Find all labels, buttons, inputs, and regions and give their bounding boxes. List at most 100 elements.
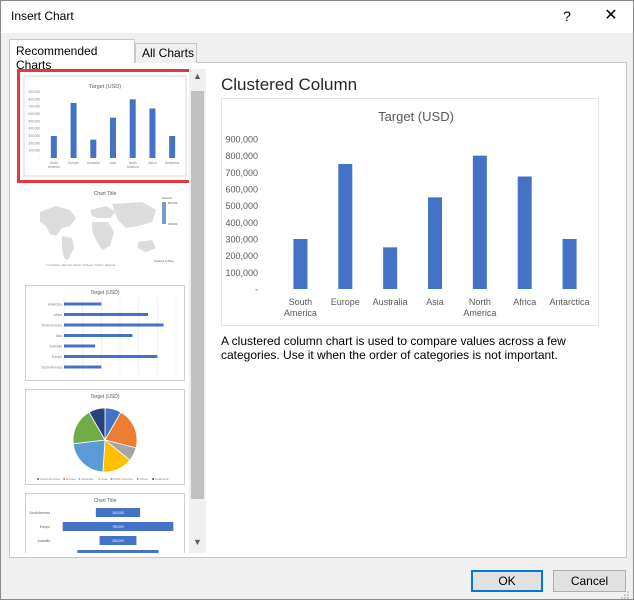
mini-legend-label: Africa — [140, 477, 148, 481]
tab-recommended-charts[interactable]: Recommended Charts — [9, 39, 135, 72]
y-tick-label: 600,000 — [225, 185, 258, 195]
map-australia — [138, 240, 156, 252]
mini-hbar — [64, 313, 148, 316]
mini-funnel-label: South America — [29, 511, 50, 515]
scroll-up-icon[interactable]: ▲ — [189, 71, 206, 85]
mini-x-tick: Europe — [68, 161, 79, 165]
mini-bar — [169, 136, 176, 158]
mini-y-tick: 300,000 — [28, 134, 40, 138]
svg-text:Powered by Bing: Powered by Bing — [154, 259, 174, 263]
mini-bar — [149, 108, 156, 158]
map-europe — [90, 206, 116, 218]
mini-legend-marker — [37, 478, 39, 480]
thumbnail-filled-map[interactable]: Chart Title Series1 800,000 250,000 Powe… — [25, 187, 185, 275]
x-tick-label: Africa — [513, 297, 536, 307]
mini-y-tick: 400,000 — [28, 127, 40, 131]
x-tick-label: Antarctica — [550, 297, 590, 307]
mini-y-tick: - — [39, 156, 40, 160]
map-africa — [92, 222, 114, 250]
mini-y-tick: South America — [41, 366, 62, 370]
ok-button[interactable]: OK — [471, 570, 543, 592]
map-legend-bar — [162, 202, 166, 224]
bar — [517, 176, 532, 289]
svg-text:© GeoNames, Microsoft, Navinfo: © GeoNames, Microsoft, Navinfo, Thinkwar… — [46, 264, 116, 267]
y-tick-label: 400,000 — [225, 218, 258, 228]
x-tick-label: Europe — [331, 297, 360, 307]
mini-x-tick: Australia — [87, 161, 100, 165]
mini-hbar — [64, 365, 102, 369]
mini-funnel-value: 250,000 — [112, 539, 124, 543]
y-tick-label: 100,000 — [225, 268, 258, 278]
mini-funnel-label: Europe — [40, 525, 51, 529]
mini-bar-chart: Target (USD) Antarctica Africa North Ameri… — [41, 290, 177, 374]
mini-funnel-value: 750,000 — [112, 525, 124, 529]
bar — [428, 197, 442, 289]
close-button[interactable]: ✕ — [599, 3, 623, 29]
y-tick-label: 500,000 — [225, 201, 258, 211]
svg-text:Series1: Series1 — [162, 196, 173, 200]
mini-legend-label: South America — [40, 477, 60, 481]
mini-x-tick: America — [127, 165, 139, 169]
mini-hbar — [64, 323, 164, 327]
map-south-america — [62, 236, 74, 260]
mini-bar — [90, 139, 97, 158]
thumbnail-title: Target (USD) — [90, 394, 120, 400]
mini-pie-slice — [72, 439, 106, 473]
y-tick-label: 800,000 — [225, 151, 258, 161]
mini-y-tick: Antarctica — [48, 303, 62, 307]
bar — [338, 164, 353, 289]
mini-pie-chart: Target (USD) South America Europe Australi… — [37, 394, 169, 481]
thumbnail-clustered-column[interactable]: Target (USD) - 100,000 200,000 300,000 400,0… — [17, 69, 189, 183]
y-tick-label: 300,000 — [225, 235, 258, 245]
insert-chart-dialog: Insert Chart ? ✕ Recommended Charts All … — [0, 0, 634, 600]
mini-x-tick: America — [48, 165, 60, 169]
preview-column-chart: Target (USD) - 100,000 200,000 300,000 400,0… — [225, 109, 590, 318]
thumbnail-title: Target (USD) — [90, 290, 120, 296]
mini-y-tick: Europe — [52, 355, 63, 359]
y-tick-label: 900,000 — [225, 135, 258, 145]
scroll-down-icon[interactable]: ▼ — [189, 537, 206, 551]
resize-grip-icon[interactable] — [620, 590, 630, 600]
thumbnail-scrollbar[interactable]: ▲ ▼ — [189, 69, 206, 553]
mini-legend-label: Asia — [101, 477, 107, 481]
mini-y-tick: 900,000 — [28, 90, 40, 94]
cancel-button[interactable]: Cancel — [553, 570, 626, 592]
mini-legend-label: Australia — [81, 477, 93, 481]
mini-map-chart: Chart Title Series1 800,000 250,000 Powe… — [40, 191, 178, 267]
thumbnail-clustered-bar[interactable]: Target (USD) Antarctica Africa North Ameri… — [25, 285, 185, 381]
mini-y-tick: Asia — [56, 334, 62, 338]
thumbnail-pie[interactable]: Target (USD) South America Europe Australi… — [25, 389, 185, 485]
thumbnail-funnel[interactable]: Chart Title 300,000 South America 750,000 E… — [25, 493, 185, 553]
chart-title: Target (USD) — [378, 109, 454, 124]
mini-legend-label: Europe — [66, 477, 76, 481]
title-bar: Insert Chart ? ✕ — [1, 1, 633, 33]
mini-bar — [110, 117, 116, 158]
bar — [383, 247, 398, 289]
mini-legend-marker — [152, 478, 155, 480]
mini-column-chart: Target (USD) - 100,000 200,000 300,000 400,0… — [23, 75, 187, 177]
bar — [472, 155, 487, 289]
y-tick-label: 200,000 — [225, 251, 258, 261]
mini-x-tick: Africa — [148, 161, 156, 165]
scroll-thumb[interactable] — [191, 91, 204, 499]
mini-legend-marker — [98, 478, 101, 480]
mini-bar — [129, 99, 136, 158]
tab-all-charts[interactable]: All Charts — [135, 43, 197, 63]
mini-y-tick: Australia — [50, 345, 63, 349]
mini-y-tick: 700,000 — [28, 105, 40, 109]
thumbnail-title: Chart Title — [94, 191, 117, 197]
mini-hbar — [64, 302, 102, 306]
map-north-america — [40, 206, 76, 236]
thumbnail-title: Chart Title — [94, 498, 117, 504]
mini-y-tick: North America — [42, 324, 62, 328]
chart-description: A clustered column chart is used to comp… — [221, 334, 566, 362]
help-button[interactable]: ? — [555, 3, 579, 29]
mini-hbar — [64, 355, 158, 358]
mini-y-tick: 500,000 — [28, 119, 40, 123]
bar — [293, 239, 308, 289]
mini-legend-label: North America — [114, 477, 133, 481]
y-tick-label: 700,000 — [225, 168, 258, 178]
bar — [562, 239, 577, 289]
x-tick-label: South — [289, 297, 313, 307]
mini-legend-marker — [78, 478, 81, 480]
